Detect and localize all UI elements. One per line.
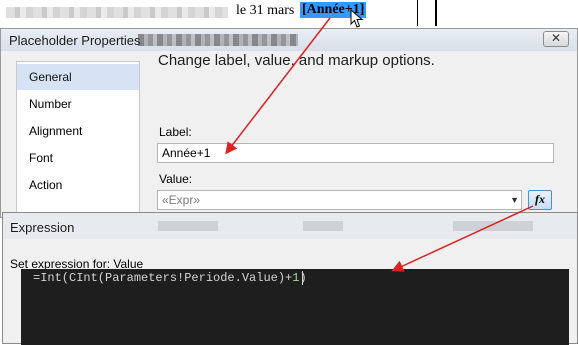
report-column-line xyxy=(417,0,418,26)
value-caption: Value: xyxy=(159,172,193,186)
blurred-report-text xyxy=(6,7,228,18)
report-canvas: le 31 mars [Année+1] xyxy=(0,0,578,28)
expression-editor[interactable]: =Int(CInt(Parameters!Periode.Value)+1) xyxy=(21,269,569,345)
value-combo-text: «Expr» xyxy=(162,193,201,207)
nav-item-action[interactable]: Action xyxy=(17,172,139,198)
expression-fx-button[interactable]: fx xyxy=(528,190,552,210)
chevron-down-icon[interactable]: ▼ xyxy=(510,191,519,209)
nav-item-number[interactable]: Number xyxy=(17,91,139,117)
dialog-title: Placeholder Properties xyxy=(9,33,141,48)
text-caret xyxy=(302,271,303,285)
label-caption: Label: xyxy=(159,125,192,139)
properties-nav: General Number Alignment Font Action xyxy=(16,61,140,223)
value-combo[interactable]: «Expr» ▼ xyxy=(157,190,522,210)
label-field[interactable]: Année+1 xyxy=(157,143,554,163)
faded-toolbar-icon xyxy=(158,221,533,231)
nav-item-alignment[interactable]: Alignment xyxy=(17,118,139,144)
blurred-title-text xyxy=(138,34,298,46)
page-heading: Change label, value, and markup options. xyxy=(158,52,435,69)
report-date-text: le 31 mars xyxy=(236,3,295,18)
expression-dialog: Expression Set expression for: Value =In… xyxy=(2,212,578,345)
mouse-pointer-icon xyxy=(350,9,364,28)
nav-item-font[interactable]: Font xyxy=(17,145,139,171)
code-prefix: =Int(CInt(Parameters!Periode.Value)+ xyxy=(33,271,293,285)
dialog-title-bar: Placeholder Properties ✕ xyxy=(1,29,577,51)
close-button[interactable]: ✕ xyxy=(543,31,569,47)
expression-title: Expression xyxy=(10,220,75,235)
code-suffix: ) xyxy=(299,271,307,285)
nav-item-general[interactable]: General xyxy=(17,64,139,90)
expression-code[interactable]: =Int(CInt(Parameters!Periode.Value)+1) xyxy=(33,271,307,285)
expression-title-bar: Expression xyxy=(3,213,577,239)
report-border-line xyxy=(435,0,437,26)
